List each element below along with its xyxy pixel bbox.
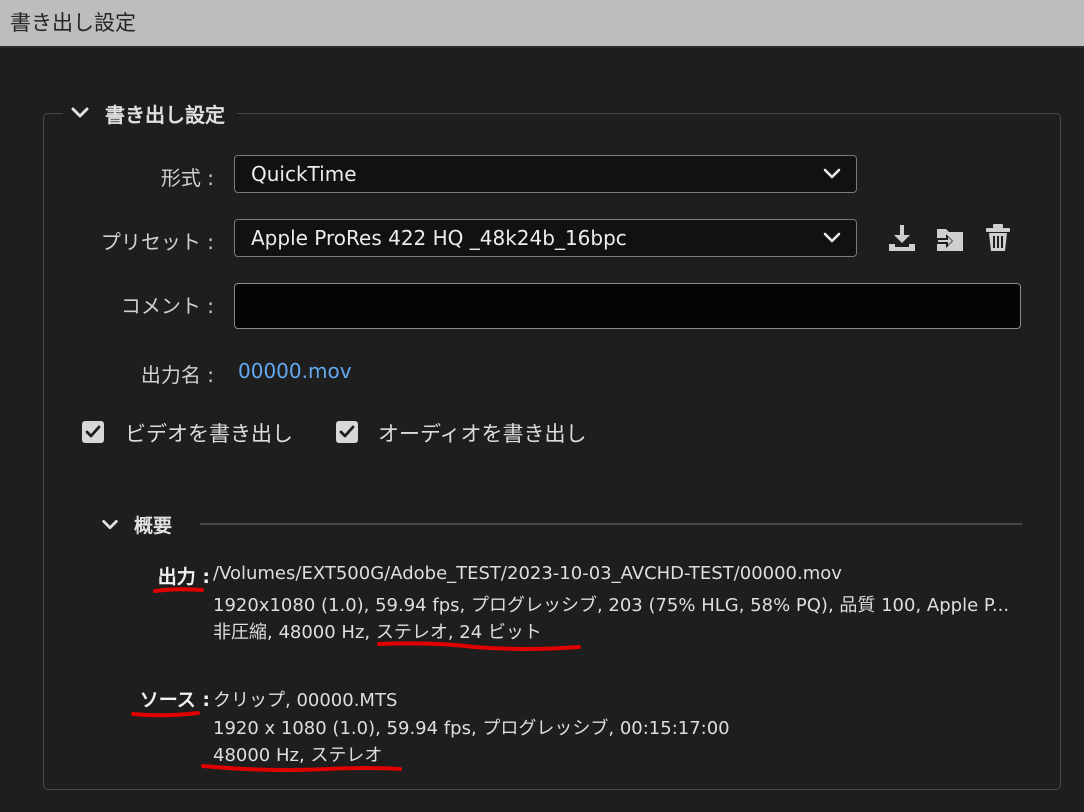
format-label: 形式 : — [160, 166, 214, 190]
export-video-checkbox[interactable] — [82, 421, 104, 443]
window-title: 書き出し設定 — [10, 11, 136, 35]
trash-icon[interactable] — [982, 222, 1014, 254]
export-video-label[interactable]: ビデオを書き出し — [125, 418, 293, 448]
summary-header[interactable]: 概要 — [100, 511, 172, 538]
comment-label: コメント : — [120, 294, 214, 318]
summary-source-key: ソース : — [139, 689, 210, 711]
summary-divider — [200, 523, 1022, 525]
summary-source-line2: 1920 x 1080 (1.0), 59.94 fps, プログレッシブ, 0… — [213, 718, 730, 739]
summary-output-line3: 非圧縮, 48000 Hz, ステレオ, 24 ビット — [213, 622, 542, 643]
summary-output-line1: /Volumes/EXT500G/Adobe_TEST/2023-10-03_A… — [213, 563, 842, 584]
section-title: 書き出し設定 — [105, 102, 225, 127]
title-bar: 書き出し設定 — [0, 0, 1084, 48]
export-audio-label[interactable]: オーディオを書き出し — [378, 418, 587, 448]
format-select[interactable]: QuickTime — [234, 155, 857, 193]
preset-label: プリセット : — [100, 230, 214, 254]
summary-output-line2: 1920x1080 (1.0), 59.94 fps, プログレッシブ, 203… — [213, 595, 1010, 616]
comment-input[interactable] — [234, 283, 1021, 329]
import-icon[interactable] — [934, 222, 966, 254]
chevron-down-icon[interactable] — [69, 102, 91, 124]
chevron-down-icon — [823, 232, 841, 243]
summary-source-line1: クリップ, 00000.MTS — [213, 690, 398, 711]
output-name-link[interactable]: 00000.mov — [238, 359, 352, 383]
export-audio-checkbox[interactable] — [336, 421, 358, 443]
summary-source-line3: 48000 Hz, ステレオ — [213, 745, 383, 766]
export-settings-header[interactable]: 書き出し設定 — [63, 96, 237, 130]
preset-value: Apple ProRes 422 HQ _48k24b_16bpc — [251, 226, 627, 250]
chevron-down-icon[interactable] — [100, 515, 120, 535]
summary-output-key: 出力 : — [157, 566, 210, 588]
chevron-down-icon — [823, 168, 841, 179]
check-icon — [85, 425, 101, 438]
download-icon[interactable] — [886, 222, 918, 254]
output-name-label: 出力名 : — [140, 363, 214, 387]
summary-title: 概要 — [134, 515, 173, 537]
check-icon — [339, 425, 355, 438]
format-value: QuickTime — [251, 162, 357, 186]
preset-select[interactable]: Apple ProRes 422 HQ _48k24b_16bpc — [234, 219, 857, 257]
